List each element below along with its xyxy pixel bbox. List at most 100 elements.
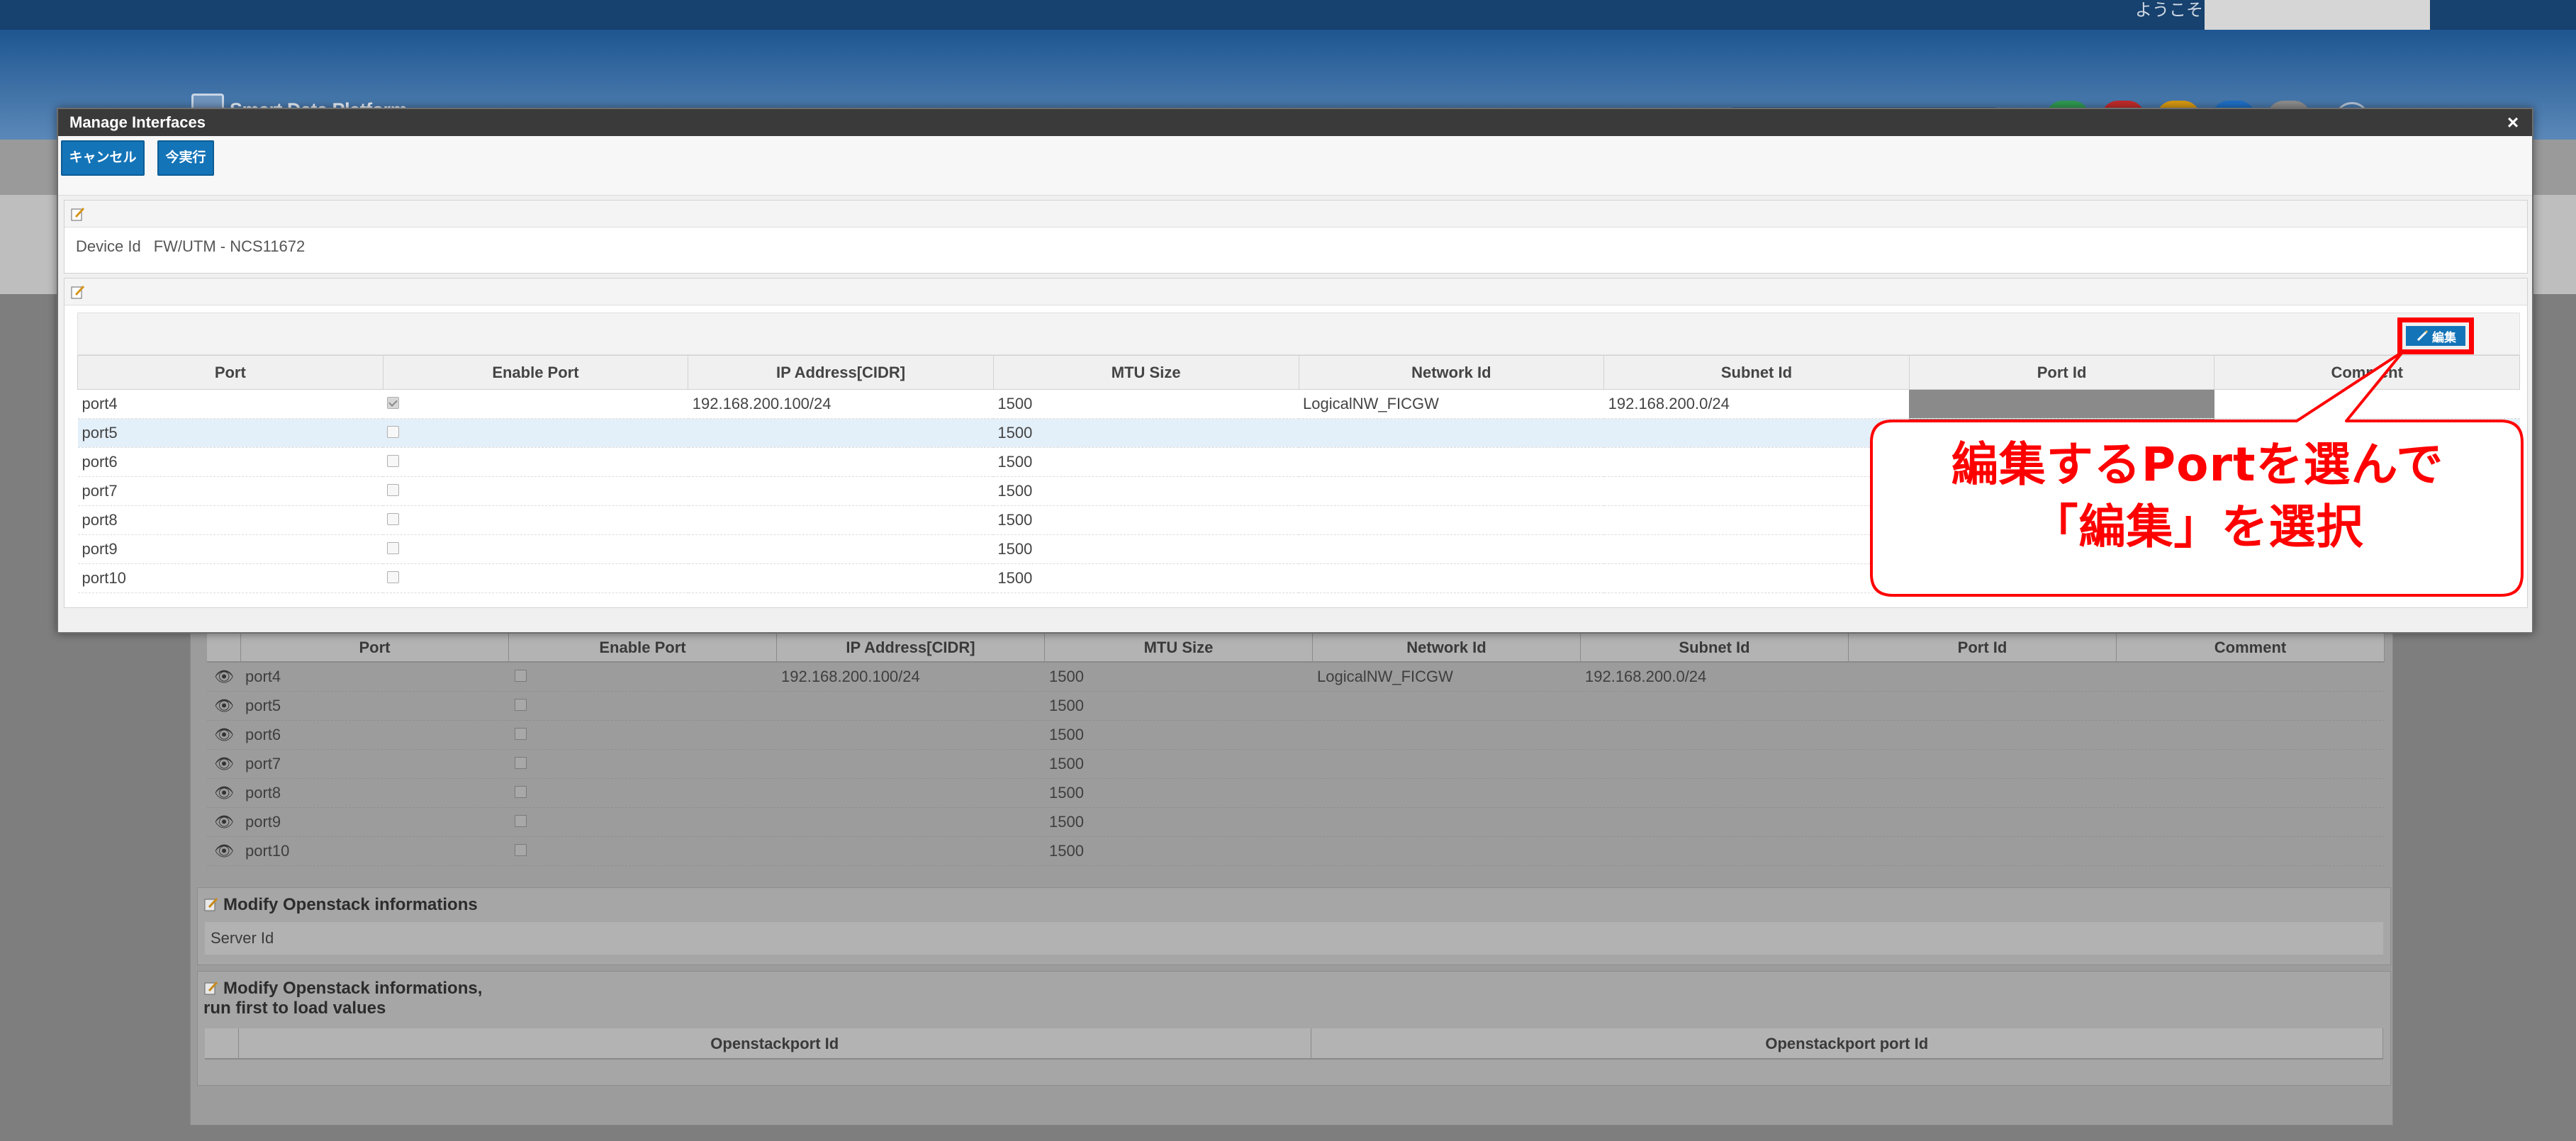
port-cell: port5 xyxy=(245,697,281,714)
section-title: Modify Openstack informations xyxy=(198,888,2390,918)
subnet-cell: 192.168.200.0/24 xyxy=(1603,389,1910,419)
mtu-cell: 1500 xyxy=(993,534,1299,564)
eye-icon[interactable]: 👁 xyxy=(207,755,241,773)
ip-cell: 192.168.200.100/24 xyxy=(688,389,994,419)
callout-line1: 編集するPortを選んで xyxy=(1951,437,2444,492)
section-title: Modify Openstack informations, run first… xyxy=(198,972,2390,1021)
openstack-info-section: Modify Openstack informations Server Id xyxy=(197,887,2391,965)
enable-port-checkbox[interactable] xyxy=(387,513,400,525)
eye-icon[interactable]: 👁 xyxy=(207,842,241,860)
ip-cell xyxy=(688,563,994,593)
callout-text: 編集するPortを選んで 「編集」を選択 xyxy=(1878,434,2516,558)
eye-icon[interactable]: 👁 xyxy=(207,784,241,802)
table-row[interactable]: 👁 port9 1500 xyxy=(207,808,2385,837)
column-header: Network Id xyxy=(1313,633,1581,661)
subnet-cell xyxy=(1603,563,1910,593)
enable-port-checkbox xyxy=(515,815,527,827)
enable-port-cell xyxy=(509,726,777,744)
port-cell: port9 xyxy=(77,534,383,564)
enable-port-cell xyxy=(509,668,777,686)
port-cell: port8 xyxy=(77,505,383,535)
column-header: Enable Port xyxy=(509,633,777,661)
column-header: IP Address[CIDR] xyxy=(688,355,994,390)
openstack-title: Modify Openstack informations xyxy=(223,895,478,914)
enable-port-checkbox xyxy=(515,786,527,798)
port-cell: port6 xyxy=(77,447,383,477)
enable-port-cell xyxy=(509,842,777,860)
mtu-cell: 1500 xyxy=(993,563,1299,593)
eye-icon[interactable]: 👁 xyxy=(207,813,241,831)
mtu-cell: 1500 xyxy=(1049,755,1084,772)
enable-port-cell xyxy=(509,697,777,715)
table-row[interactable]: 👁 port7 1500 xyxy=(207,750,2385,779)
enable-port-cell xyxy=(383,389,688,419)
mtu-cell: 1500 xyxy=(993,476,1299,506)
mtu-cell: 1500 xyxy=(993,418,1299,448)
table-row[interactable]: 👁 port10 1500 xyxy=(207,837,2385,866)
run-now-button[interactable]: 今実行 xyxy=(157,140,214,176)
eye-icon[interactable]: 👁 xyxy=(207,697,241,715)
subnet-cell xyxy=(1603,418,1910,448)
port-cell: port4 xyxy=(77,389,383,419)
eye-icon[interactable]: 👁 xyxy=(207,668,241,686)
ip-cell xyxy=(688,447,994,477)
network-cell: LogicalNW_FICGW xyxy=(1299,389,1604,419)
network-cell xyxy=(1299,418,1604,448)
edit-note-icon xyxy=(71,207,85,221)
section-bar xyxy=(65,201,2527,227)
cancel-button[interactable]: キャンセル xyxy=(61,140,145,176)
mtu-cell: 1500 xyxy=(1049,784,1084,802)
port-cell: port8 xyxy=(245,784,281,802)
mtu-cell: 1500 xyxy=(1049,726,1084,743)
column-header: Enable Port xyxy=(382,355,689,390)
edit-note-icon xyxy=(71,285,85,299)
edit-note-icon xyxy=(204,897,218,911)
enable-port-checkbox[interactable] xyxy=(387,426,400,438)
port-cell: port6 xyxy=(245,726,281,743)
openstack-title-line2: run first to load values xyxy=(203,999,386,1018)
top-bar: ようこそ xyxy=(0,0,2576,30)
table-row[interactable]: 👁 port8 1500 xyxy=(207,779,2385,808)
network-cell xyxy=(1299,505,1604,535)
table-row[interactable]: 👁 port5 1500 xyxy=(207,692,2385,721)
mtu-cell: 1500 xyxy=(1049,813,1084,831)
subnet-cell xyxy=(1603,476,1910,506)
port-cell: port5 xyxy=(77,418,383,448)
column-header: Comment xyxy=(2117,633,2385,661)
enable-port-checkbox[interactable] xyxy=(387,542,400,554)
user-name-box[interactable] xyxy=(2205,0,2430,30)
network-cell xyxy=(1299,476,1604,506)
enable-port-checkbox[interactable] xyxy=(387,571,400,583)
table-row[interactable]: 👁 port6 1500 xyxy=(207,721,2385,750)
column-header: IP Address[CIDR] xyxy=(777,633,1045,661)
ip-cell: 192.168.200.100/24 xyxy=(781,668,920,685)
openstack-load-section: Modify Openstack informations, run first… xyxy=(197,971,2391,1086)
enable-port-checkbox xyxy=(515,699,527,711)
column-header: MTU Size xyxy=(992,355,1299,390)
network-cell: LogicalNW_FICGW xyxy=(1317,668,1453,685)
enable-port-checkbox xyxy=(515,757,527,769)
subnet-cell xyxy=(1603,505,1910,535)
ip-cell xyxy=(688,534,994,564)
close-icon[interactable]: × xyxy=(2502,112,2524,133)
eye-icon[interactable]: 👁 xyxy=(207,726,241,744)
enable-port-checkbox[interactable] xyxy=(387,455,400,467)
ip-cell xyxy=(688,505,994,535)
background-table-body: 👁 port4 192.168.200.100/24 1500 LogicalNW_FI… xyxy=(207,663,2385,866)
enable-port-checkbox[interactable] xyxy=(387,484,400,496)
device-id-label: Device Id xyxy=(76,237,141,255)
enable-port-checkbox xyxy=(515,844,527,856)
table-row[interactable]: 👁 port4 192.168.200.100/24 1500 LogicalNW_FI… xyxy=(207,663,2385,692)
enable-port-cell xyxy=(383,563,688,593)
mtu-cell: 1500 xyxy=(993,389,1299,419)
network-cell xyxy=(1299,563,1604,593)
enable-port-cell xyxy=(383,418,688,448)
enable-port-cell xyxy=(383,476,688,506)
mtu-cell: 1500 xyxy=(993,505,1299,535)
section-bar xyxy=(65,279,2527,305)
column-header: MTU Size xyxy=(1045,633,1313,661)
column-header: Openstackport Id xyxy=(239,1028,1311,1058)
column-header: Port Id xyxy=(1849,633,2117,661)
network-cell xyxy=(1299,534,1604,564)
enable-port-checkbox[interactable] xyxy=(387,397,400,409)
